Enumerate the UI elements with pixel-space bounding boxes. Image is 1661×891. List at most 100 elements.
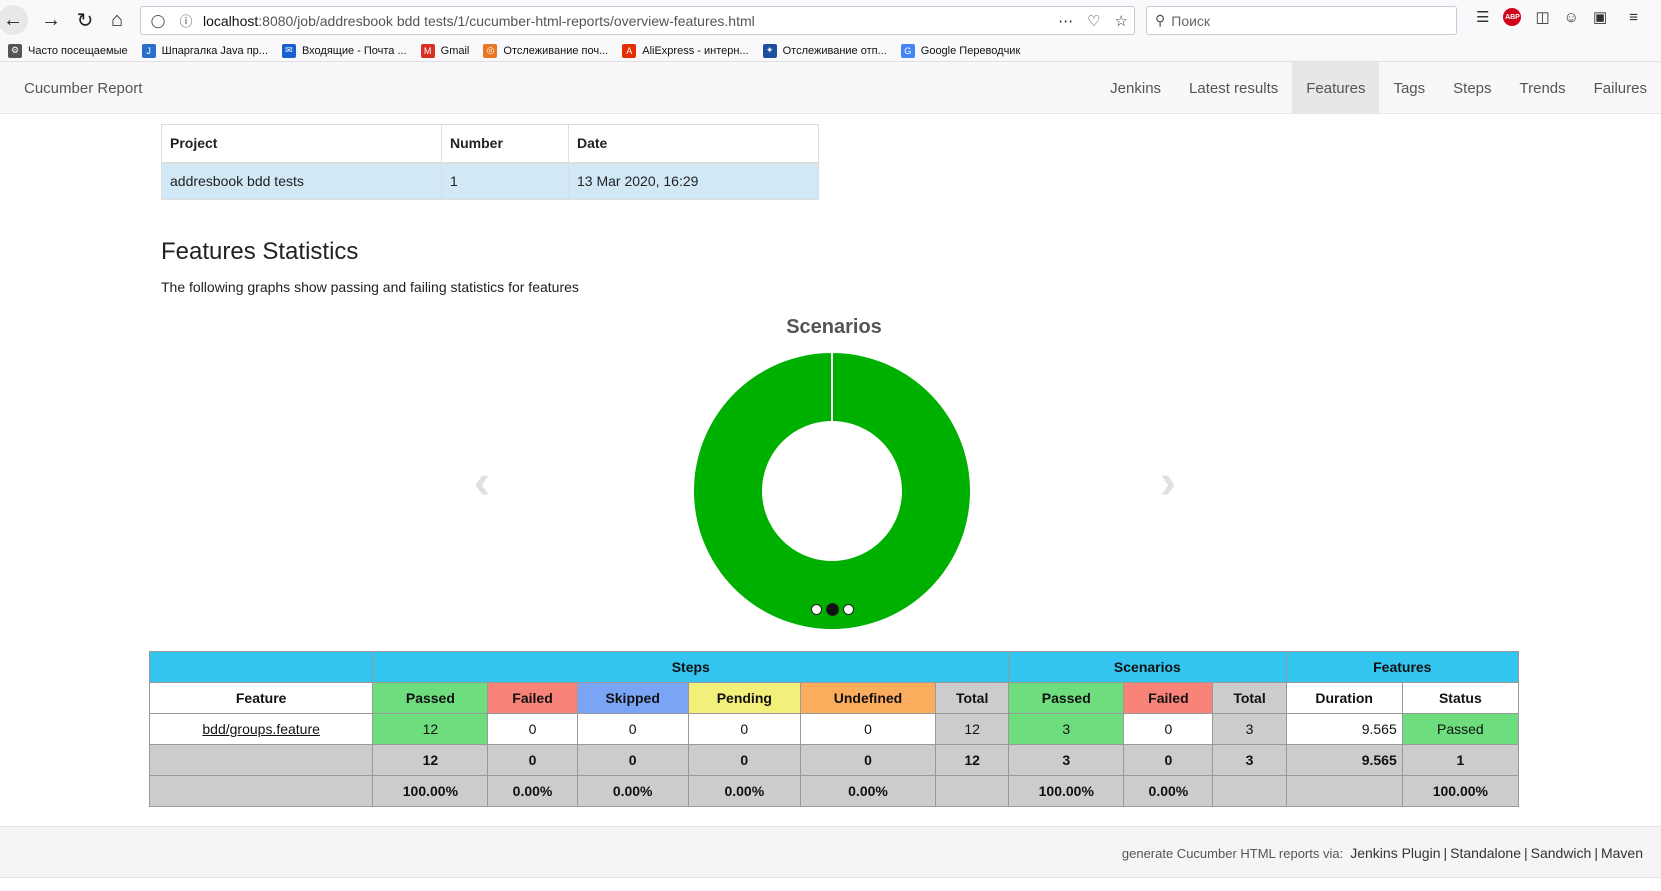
feature-link[interactable]: bdd/groups.feature (148, 713, 374, 745)
page-title: Features Statistics (161, 238, 359, 265)
search-placeholder: Поиск (1171, 12, 1211, 29)
nav-latest-results[interactable]: Latest results (1175, 62, 1292, 114)
footer-link-standalone[interactable]: Standalone (1450, 845, 1521, 861)
footer-separator: | (1523, 845, 1528, 861)
adblock-icon[interactable]: ABP (1503, 8, 1522, 26)
col-header-status[interactable]: Status (1401, 682, 1520, 714)
pocket-icon[interactable]: ♡ (1087, 12, 1100, 30)
gmail-icon: M (420, 43, 435, 58)
report-navbar: Cucumber Report Jenkins Latest results Fea… (0, 62, 1661, 114)
footer-separator: | (1443, 845, 1448, 861)
bookmark-item[interactable]: ✦ Отслеживание отп... (762, 43, 887, 58)
col-header-duration[interactable]: Duration (1285, 682, 1403, 714)
nav-failures[interactable]: Failures (1580, 62, 1661, 114)
bookmark-item[interactable]: J Шпаргалка Java пр... (141, 43, 268, 58)
bookmark-label: Отслеживание отп... (782, 44, 887, 57)
cell-duration: 9.565 (1285, 713, 1403, 745)
col-header-steps-failed[interactable]: Failed (487, 682, 578, 714)
bookmark-label: Шпаргалка Java пр... (161, 44, 268, 57)
bookmark-item[interactable]: ⚙ Часто посещаемые (8, 43, 128, 58)
group-header-steps: Steps (372, 651, 1010, 683)
bookmark-item[interactable]: G Google Переводчик (900, 43, 1021, 58)
bookmark-label: AliExpress - интерн... (642, 44, 749, 57)
bookmark-item[interactable]: ◎ Отслеживание поч... (483, 43, 609, 58)
cell-steps-skipped: 0 (576, 713, 689, 745)
pct-scenarios-failed: 0.00% (1123, 775, 1214, 807)
footer-link-maven[interactable]: Maven (1601, 845, 1643, 861)
cell-scenarios-passed: 3 (1008, 713, 1125, 745)
carousel-prev-icon[interactable]: ‹ (474, 455, 490, 510)
menu-icon[interactable]: ≡ (1629, 9, 1638, 26)
bookmark-label: Входящие - Почта ... (301, 44, 407, 57)
bookmark-item[interactable]: ✉ Входящие - Почта ... (281, 43, 407, 58)
browser-toolbar: ← → ↻ ⌂ ◯ ⓘ localhost:8080/job/addresboo… (0, 0, 1661, 40)
build-header-date: Date (568, 124, 819, 164)
nav-steps[interactable]: Steps (1439, 62, 1505, 114)
col-header-scenarios-passed[interactable]: Passed (1008, 682, 1125, 714)
col-header-steps-pending[interactable]: Pending (687, 682, 801, 714)
pct-status: 100.00% (1401, 775, 1520, 807)
url-bar[interactable]: ◯ ⓘ localhost:8080/job/addresbook bdd te… (140, 6, 1135, 35)
cell-steps-passed: 12 (372, 713, 489, 745)
nav-features[interactable]: Features (1292, 62, 1380, 114)
carousel-dot-2[interactable] (826, 603, 839, 616)
aliexpress-icon: A (622, 43, 637, 58)
extension-icon[interactable]: ▣ (1593, 8, 1607, 26)
build-project: addresbook bdd tests (161, 162, 442, 200)
nav-trends[interactable]: Trends (1506, 62, 1580, 114)
bookmark-star-icon[interactable]: ☆ (1115, 12, 1128, 30)
account-icon[interactable]: ☺ (1564, 9, 1579, 26)
nav-jenkins[interactable]: Jenkins (1096, 62, 1175, 114)
bookmark-item[interactable]: M Gmail (420, 43, 469, 58)
cell-scenarios-total: 3 (1212, 713, 1287, 745)
col-header-steps-total[interactable]: Total (935, 682, 1010, 714)
carousel-dot-1[interactable] (811, 604, 822, 615)
scenarios-donut-chart (693, 353, 970, 629)
totals-row: 12 0 0 0 0 12 3 0 3 9.565 1 (148, 744, 1520, 776)
carousel-indicators (811, 603, 854, 616)
page-actions-icon[interactable]: ⋯ (1058, 12, 1073, 30)
mail-icon: ✉ (281, 43, 296, 58)
library-icon[interactable]: ☰ (1476, 8, 1489, 26)
cell-steps-total: 12 (935, 713, 1010, 745)
group-header-features: Features (1285, 651, 1520, 683)
info-icon[interactable]: ⓘ (175, 11, 197, 30)
brand-title[interactable]: Cucumber Report (24, 80, 142, 97)
features-stats-table: Steps Scenarios Features Feature Passed … (148, 651, 1520, 807)
sidebar-icon[interactable]: ◫ (1535, 8, 1549, 26)
nav-links: Jenkins Latest results Features Tags Steps Tr… (1096, 62, 1661, 114)
footer-link-jenkins[interactable]: Jenkins Plugin (1350, 845, 1440, 861)
col-header-scenarios-total[interactable]: Total (1212, 682, 1287, 714)
carousel-next-icon[interactable]: › (1160, 455, 1176, 510)
carousel-dot-3[interactable] (843, 604, 854, 615)
bookmark-label: Google Переводчик (920, 44, 1021, 57)
footer-link-sandwich[interactable]: Sandwich (1531, 845, 1592, 861)
build-date: 13 Mar 2020, 16:29 (568, 162, 819, 200)
bookmark-item[interactable]: A AliExpress - интерн... (622, 43, 749, 58)
pct-duration (1285, 775, 1403, 807)
page-description: The following graphs show passing and fa… (161, 279, 579, 295)
col-header-steps-passed[interactable]: Passed (372, 682, 489, 714)
reload-icon[interactable]: ↻ (70, 5, 100, 35)
col-header-steps-skipped[interactable]: Skipped (576, 682, 689, 714)
percent-row: 100.00% 0.00% 0.00% 0.00% 0.00% 100.00% … (148, 775, 1520, 807)
table-row: bdd/groups.feature 12 0 0 0 0 12 3 0 3 9… (148, 713, 1520, 745)
bookmark-label: Отслеживание поч... (503, 44, 609, 57)
col-header-steps-undefined[interactable]: Undefined (799, 682, 937, 714)
col-header-feature[interactable]: Feature (148, 682, 374, 714)
build-row: addresbook bdd tests 1 13 Mar 2020, 16:2… (161, 162, 819, 200)
home-icon[interactable]: ⌂ (102, 5, 132, 35)
tracking-icon: ◎ (483, 43, 498, 58)
col-header-scenarios-failed[interactable]: Failed (1123, 682, 1214, 714)
pct-steps-passed: 100.00% (372, 775, 489, 807)
forward-icon[interactable]: → (36, 5, 66, 35)
url-text[interactable]: localhost:8080/job/addresbook bdd tests/… (203, 13, 755, 29)
footer-prefix: generate Cucumber HTML reports via: (1121, 846, 1344, 861)
bookmarks-bar: ⚙ Часто посещаемые J Шпаргалка Java пр... ✉ В… (0, 40, 1661, 62)
search-icon: ⚲ (1155, 12, 1166, 28)
search-input[interactable]: ⚲ Поиск (1146, 6, 1457, 35)
nav-tags[interactable]: Tags (1379, 62, 1439, 114)
chart-title: Scenarios (786, 316, 882, 338)
back-icon[interactable]: ← (0, 5, 28, 35)
tracking-protection-icon[interactable]: ◯ (147, 13, 169, 29)
